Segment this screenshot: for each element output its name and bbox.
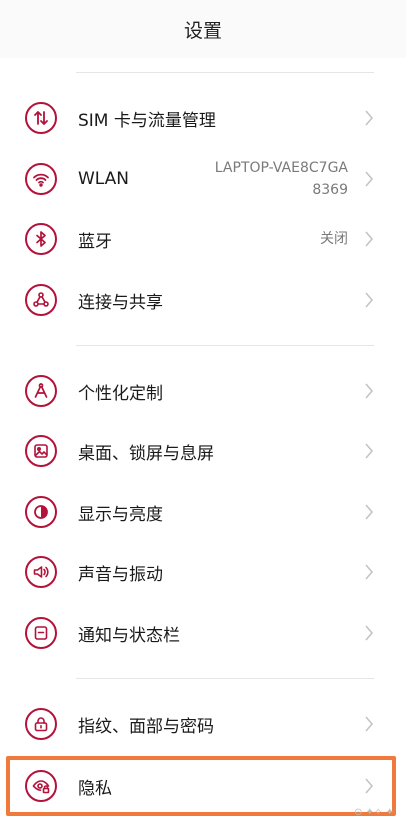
header-bar: 设置 <box>0 0 406 58</box>
wlan-value-line1: LAPTOP-VAE8C7GA <box>214 160 348 176</box>
settings-item-notification-statusbar[interactable]: 通知与状态栏 <box>0 603 406 663</box>
settings-item-label: 指纹、面部与密码 <box>78 716 214 737</box>
bluetooth-status: 关闭 <box>320 231 348 247</box>
sim-data-icon <box>25 102 57 134</box>
wifi-icon <box>25 163 57 195</box>
settings-item-label: 桌面、锁屏与息屏 <box>78 443 214 464</box>
bluetooth-icon <box>25 223 57 255</box>
divider <box>76 678 374 679</box>
wlan-value-line2: 8369 <box>312 182 348 198</box>
wallpaper-icon <box>25 435 57 467</box>
settings-item-connection-share[interactable]: 连接与共享 <box>0 270 406 330</box>
chevron-right-icon <box>362 289 376 311</box>
divider <box>76 345 374 346</box>
chevron-right-icon <box>362 380 376 402</box>
watermark: ⊙ ✦✧ ✦ <box>354 807 394 818</box>
chevron-right-icon <box>362 561 376 583</box>
chevron-right-icon <box>362 501 376 523</box>
brightness-icon <box>25 496 57 528</box>
chevron-right-icon <box>362 168 376 190</box>
highlight-box <box>6 756 396 816</box>
settings-item-label: 蓝牙 <box>78 231 112 252</box>
settings-item-label: 通知与状态栏 <box>78 625 180 646</box>
settings-item-personalization[interactable]: 个性化定制 <box>0 361 406 421</box>
settings-item-label: WLAN <box>78 169 130 189</box>
settings-item-sim[interactable]: SIM 卡与流量管理 <box>0 88 406 148</box>
settings-item-fingerprint-face-password[interactable]: 指纹、面部与密码 <box>0 694 406 754</box>
chevron-right-icon <box>362 622 376 644</box>
share-icon <box>25 284 57 316</box>
notification-icon <box>25 617 57 649</box>
settings-item-display-brightness[interactable]: 显示与亮度 <box>0 482 406 542</box>
chevron-right-icon <box>362 440 376 462</box>
volume-icon <box>25 556 57 588</box>
chevron-right-icon <box>362 107 376 129</box>
chevron-right-icon <box>362 713 376 735</box>
lock-icon <box>25 708 57 740</box>
settings-item-label: 显示与亮度 <box>78 504 163 525</box>
settings-item-label: SIM 卡与流量管理 <box>78 110 216 131</box>
page-title: 设置 <box>183 19 222 42</box>
compass-icon <box>25 375 57 407</box>
settings-item-label: 声音与振动 <box>78 564 163 585</box>
chevron-right-icon <box>362 228 376 250</box>
settings-item-label: 个性化定制 <box>78 383 163 404</box>
divider <box>76 72 374 73</box>
settings-item-sound-vibration[interactable]: 声音与振动 <box>0 542 406 602</box>
settings-item-desktop-lockscreen[interactable]: 桌面、锁屏与息屏 <box>0 421 406 481</box>
wlan-network-name: LAPTOP-VAE8C7GA 8369 <box>215 157 348 201</box>
settings-item-wlan[interactable]: WLAN LAPTOP-VAE8C7GA 8369 <box>0 149 406 209</box>
settings-item-bluetooth[interactable]: 蓝牙 关闭 <box>0 209 406 269</box>
settings-item-label: 连接与共享 <box>78 292 163 313</box>
